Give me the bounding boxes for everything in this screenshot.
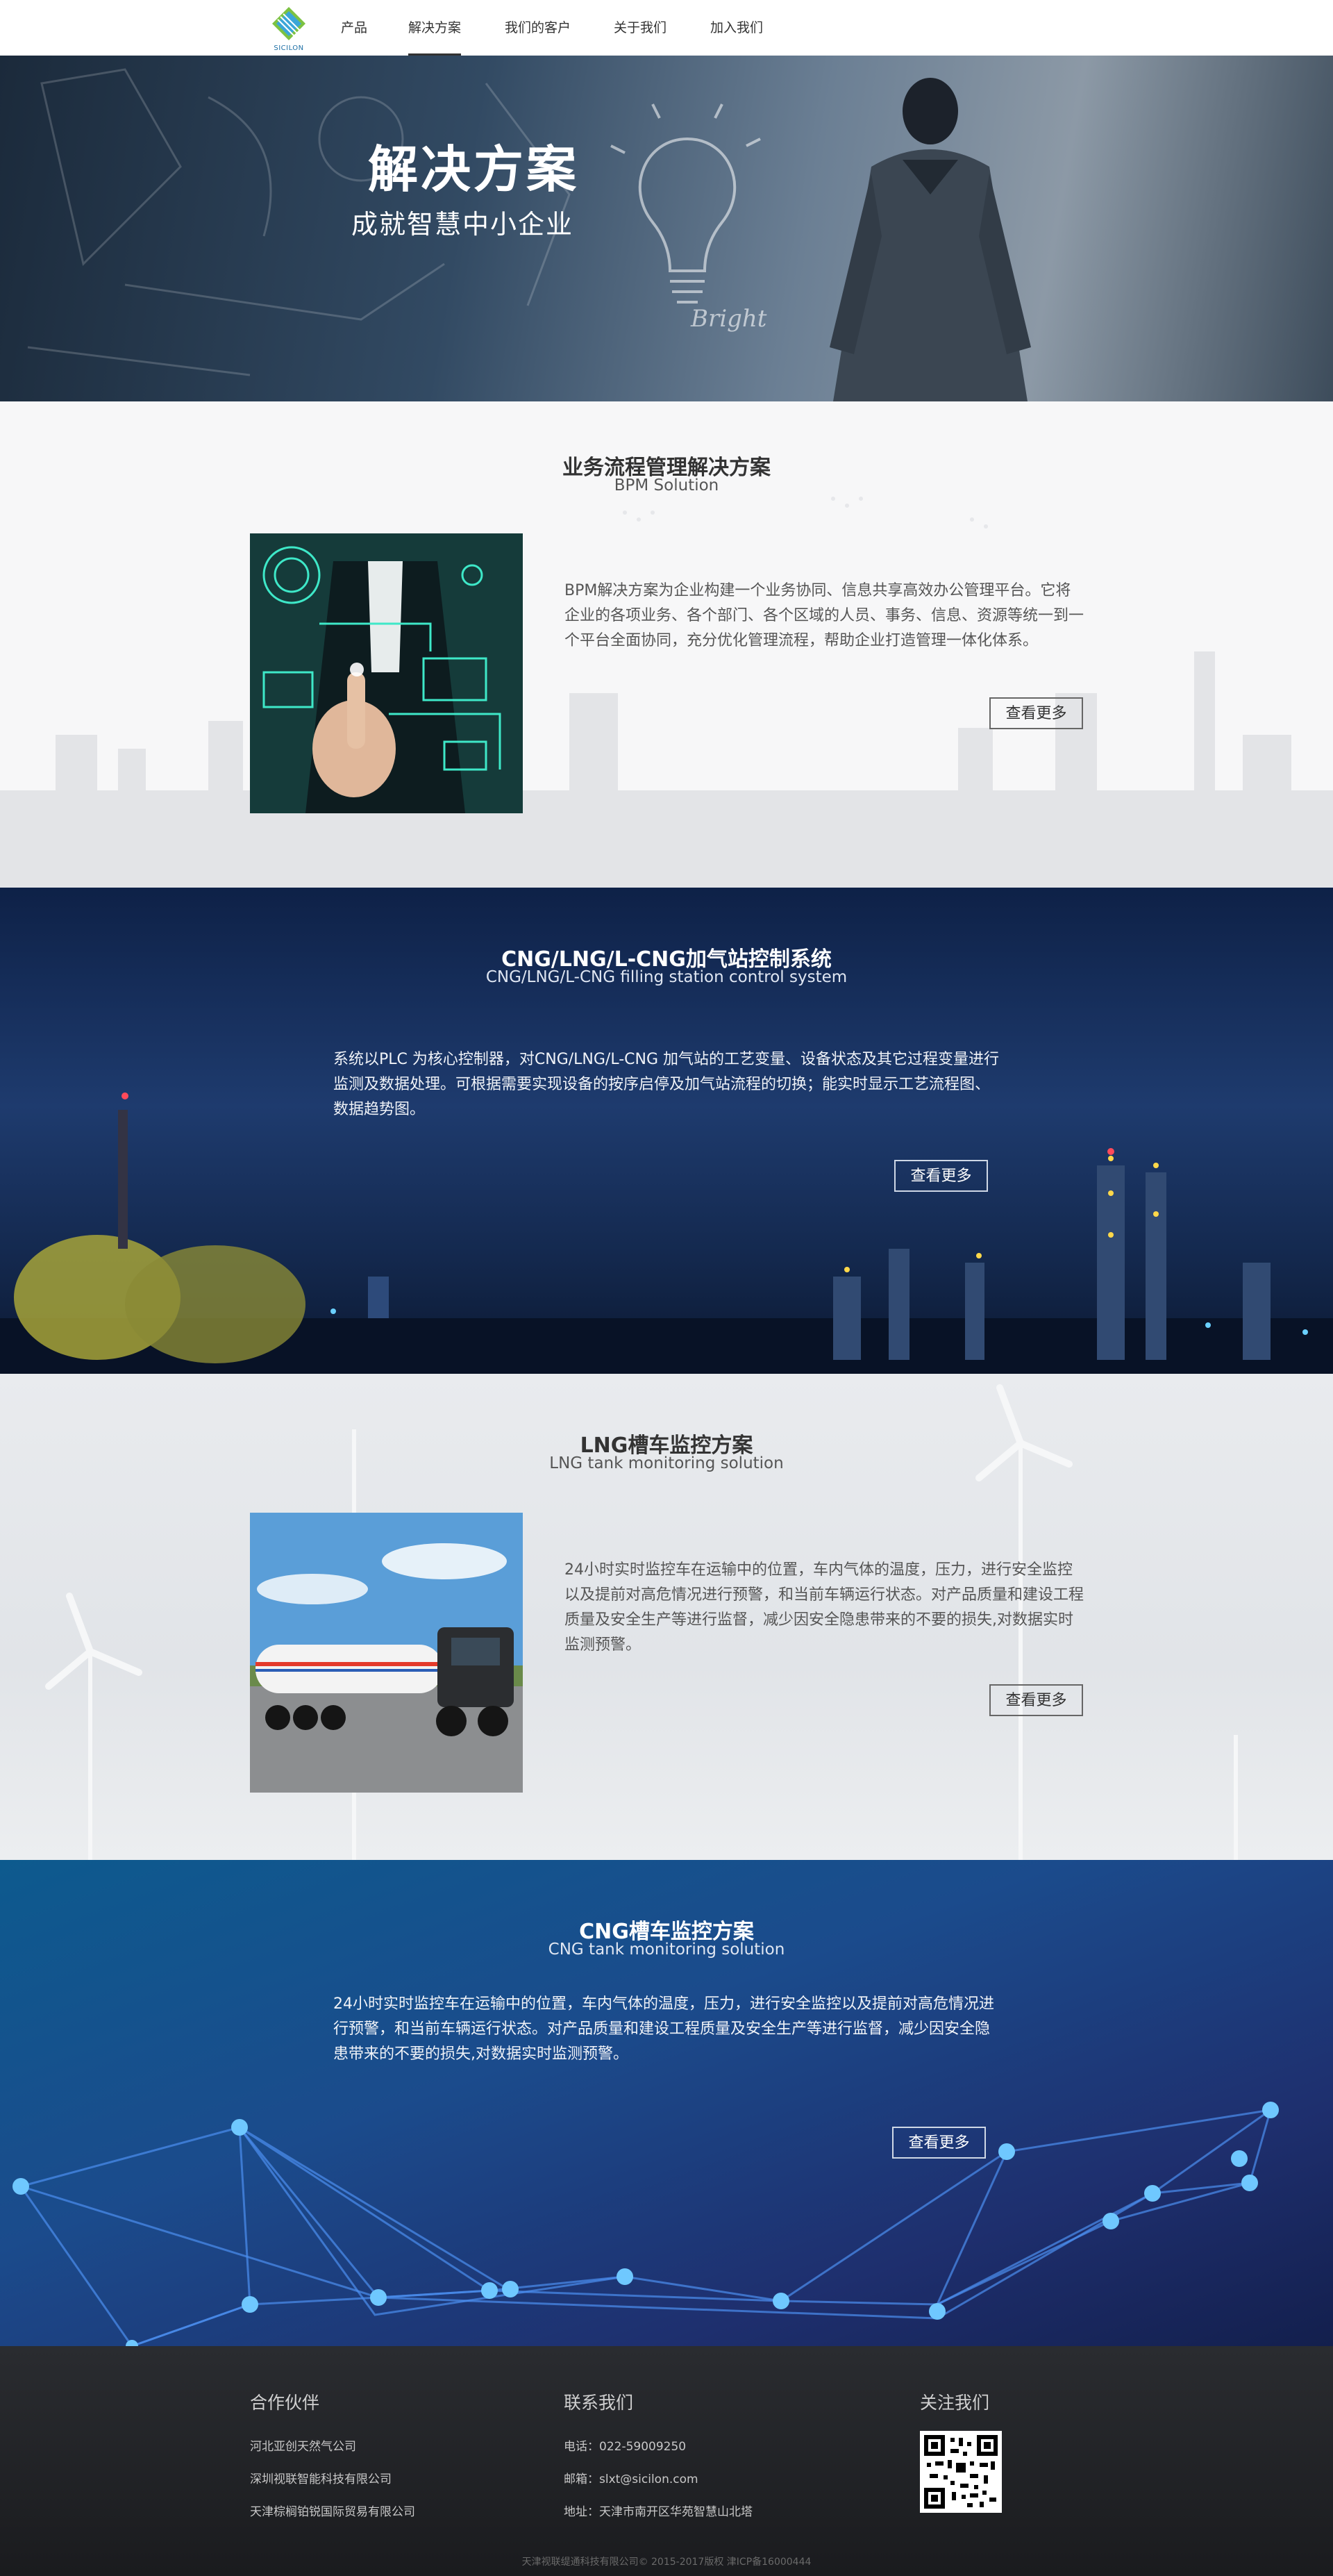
hero-title: 解决方案 [368, 140, 580, 199]
footer-address: 地址：天津市南开区华苑智慧山北塔 [564, 2505, 753, 2519]
section-subtitle: LNG tank monitoring solution [549, 1454, 784, 1472]
nav-item-join[interactable]: 加入我们 [710, 0, 763, 56]
view-more-button[interactable]: 查看更多 [989, 697, 1083, 729]
qr-code-icon [920, 2431, 1002, 2513]
footer-phone: 电话：022-59009250 [564, 2440, 687, 2454]
bpm-image [250, 533, 523, 813]
nav-item-products[interactable]: 产品 [341, 0, 367, 56]
footer-partner-link[interactable]: 天津棕榈铂锐国际贸易有限公司 [250, 2502, 415, 2519]
footer-contact-heading: 联系我们 [564, 2393, 634, 2413]
logo-text: SICILON [274, 44, 304, 52]
view-more-button[interactable]: 查看更多 [989, 1684, 1083, 1716]
section-lng-tank: LNG槽车监控方案 LNG tank monitoring solution 2… [0, 1374, 1333, 1860]
section-subtitle: CNG tank monitoring solution [548, 1941, 785, 1959]
footer-partners-heading: 合作伙伴 [250, 2393, 320, 2413]
section-cng-station: CNG/LNG/L-CNG加气站控制系统 CNG/LNG/L-CNG filli… [0, 888, 1333, 1374]
footer: 合作伙伴 河北亚创天然气公司 深圳视联智能科技有限公司 天津棕榈铂锐国际贸易有限… [0, 2346, 1333, 2576]
view-more-button[interactable]: 查看更多 [892, 2127, 986, 2159]
section-body: 24小时实时监控车在运输中的位置，车内气体的温度，压力，进行安全监控以及提前对高… [564, 1561, 1084, 1654]
hero-banner: Bright 解决方案 成就智慧中小企业 [0, 56, 1333, 401]
logo-icon [272, 7, 305, 40]
hero-background: Bright [27, 68, 1031, 401]
view-more-button[interactable]: 查看更多 [894, 1160, 988, 1192]
businessman-figure [830, 78, 1031, 401]
nav-item-solutions[interactable]: 解决方案 [408, 0, 462, 56]
hero-sketch-text: Bright [690, 305, 767, 333]
section-subtitle: BPM Solution [614, 476, 719, 495]
nav-item-about[interactable]: 关于我们 [614, 0, 666, 56]
nav-item-customers[interactable]: 我们的客户 [505, 0, 571, 56]
top-nav: SICILON 产品 解决方案 我们的客户 关于我们 加入我们 [0, 0, 1333, 56]
section-bpm: 业务流程管理解决方案 BPM Solution BPM解决方案为企业构建一个业务… [0, 401, 1333, 888]
section-subtitle: CNG/LNG/L-CNG filling station control sy… [485, 968, 848, 986]
lng-truck-image [250, 1513, 523, 1793]
section-body: BPM解决方案为企业构建一个业务协同、信息共享高效办公管理平台。它将企业的各项业… [564, 582, 1084, 649]
hero-subtitle: 成就智慧中小企业 [351, 209, 574, 240]
section-body: 24小时实时监控车在运输中的位置，车内气体的温度，压力，进行安全监控以及提前对高… [333, 1995, 994, 2063]
footer-partner-link[interactable]: 深圳视联智能科技有限公司 [250, 2469, 392, 2486]
footer-partner-link[interactable]: 河北亚创天然气公司 [250, 2436, 356, 2454]
section-body: 系统以PLC 为核心控制器，对CNG/LNG/L-CNG 加气站的工艺变量、设备… [333, 1051, 1000, 1118]
section-cng-tank: CNG槽车监控方案 CNG tank monitoring solution 2… [0, 1860, 1333, 2346]
logo[interactable]: SICILON [268, 4, 310, 53]
footer-follow-heading: 关注我们 [920, 2393, 990, 2413]
footer-email[interactable]: 邮箱：slxt@sicilon.com [564, 2469, 698, 2486]
copyright: 天津视联缇通科技有限公司© 2015-2017版权 津ICP备16000444 [521, 2557, 812, 2568]
